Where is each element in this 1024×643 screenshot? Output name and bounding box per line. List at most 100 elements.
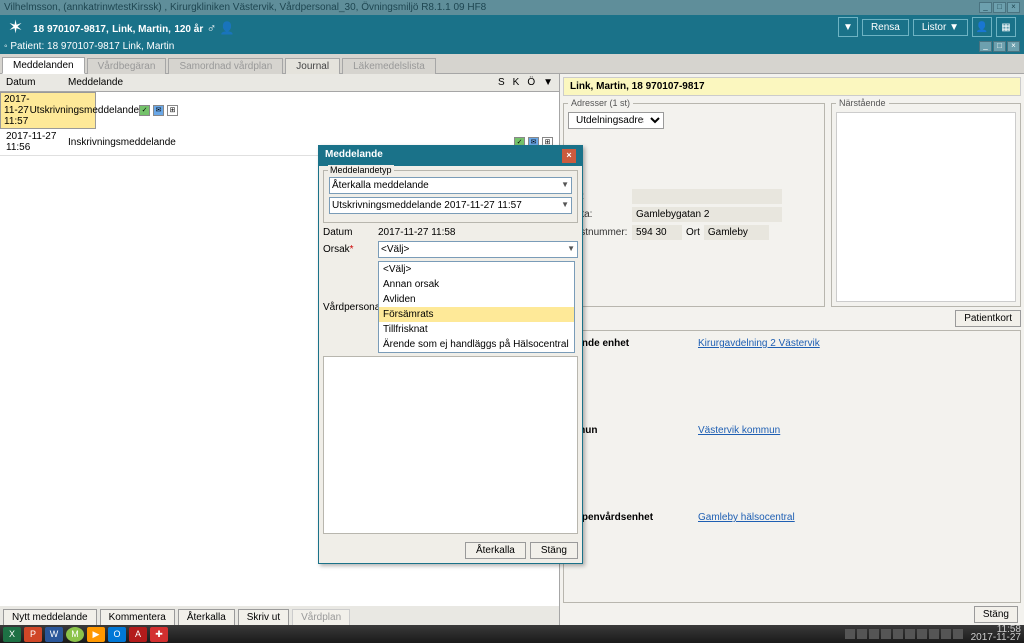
dropdown-item[interactable]: Annan orsak xyxy=(379,277,574,292)
street-value: Gamlebygatan 2 xyxy=(632,207,782,222)
orsak-select[interactable]: <Välj>▼ xyxy=(378,241,578,258)
rensa-button[interactable]: Rensa xyxy=(862,19,909,36)
message-row[interactable]: 2017-11-27 11:57 Utskrivningsmeddelande … xyxy=(0,92,96,129)
tray-icon[interactable] xyxy=(869,629,879,639)
openward-link[interactable]: Gamleby hälsocentral xyxy=(698,512,795,523)
listor-button[interactable]: Listor ▼ xyxy=(913,19,968,36)
taskbar-media-icon[interactable]: ▶ xyxy=(87,627,105,642)
patientkort-button[interactable]: Patientkort xyxy=(955,310,1021,327)
close-button[interactable]: × xyxy=(1007,2,1020,13)
municipality-link[interactable]: Västervik kommun xyxy=(698,425,780,436)
gender-icon: ♂ xyxy=(207,20,217,35)
taskbar-app2-icon[interactable]: ✚ xyxy=(150,627,168,642)
tab-journal[interactable]: Journal xyxy=(285,58,340,74)
dropdown-item[interactable]: Tillfrisknat xyxy=(379,322,574,337)
dropdown-item[interactable]: Avliden xyxy=(379,292,574,307)
city-label: Ort xyxy=(686,227,700,238)
module-icon-button[interactable]: ▦ xyxy=(996,17,1016,37)
taskbar-pdf-icon[interactable]: A xyxy=(129,627,147,642)
minimize-button[interactable]: _ xyxy=(979,2,992,13)
row-icon-o[interactable]: ⊞ xyxy=(167,105,178,116)
info-panel: Link, Martin, 18 970107-9817 Adresser (1… xyxy=(560,74,1024,629)
tray-icon[interactable] xyxy=(857,629,867,639)
taskbar-word-icon[interactable]: W xyxy=(45,627,63,642)
col-s[interactable]: S xyxy=(498,77,505,88)
tab-lakemedel[interactable]: Läkemedelslista xyxy=(342,58,436,74)
tab-meddelanden[interactable]: Meddelanden xyxy=(2,57,85,74)
type-select[interactable]: Återkalla meddelande▼ xyxy=(329,177,572,194)
patient-band: ✶ 18 970107-9817, Link, Martin, 120 år ♂… xyxy=(0,15,1024,39)
sub-label: Patient: 18 970107-9817 Link, Martin xyxy=(10,41,174,52)
windows-taskbar: X P W M ▶ O A ✚ 11:58 2017-11-27 xyxy=(0,625,1024,643)
relatives-fieldset: Närstående xyxy=(831,98,1021,307)
tray-icon[interactable] xyxy=(953,629,963,639)
links-section: ...ande enhetKirurgavdelning 2 Västervik… xyxy=(563,330,1021,603)
postal-value: 594 30 xyxy=(632,225,682,240)
band-dropdown-button[interactable]: ▼ xyxy=(838,17,858,37)
app-logo-icon: ✶ xyxy=(8,17,23,38)
address-type-select[interactable]: Utdelningsadress xyxy=(568,112,664,129)
dialog-date-value: 2017-11-27 11:58 xyxy=(378,227,455,238)
row-date: 2017-11-27 11:56 xyxy=(6,131,68,153)
tab-samordnad[interactable]: Samordnad vårdplan xyxy=(168,58,283,74)
user-icon-button[interactable]: 👤 xyxy=(972,17,992,37)
sub-minimize[interactable]: _ xyxy=(979,41,992,52)
col-datum[interactable]: Datum xyxy=(6,77,68,88)
chevron-down-icon: ▼ xyxy=(561,180,569,191)
sub-maximize[interactable]: □ xyxy=(993,41,1006,52)
dropdown-item[interactable]: Försämrats xyxy=(379,307,574,322)
chevron-down-icon: ▼ xyxy=(561,200,569,211)
relatives-list xyxy=(836,112,1016,302)
col-o[interactable]: Ö xyxy=(527,77,535,88)
maximize-button[interactable]: □ xyxy=(993,2,1006,13)
skriv-ut-button[interactable]: Skriv ut xyxy=(238,609,289,626)
vardplan-button: Vårdplan xyxy=(292,609,350,626)
meddelande-dialog: Meddelande × Meddelandetyp Återkalla med… xyxy=(318,145,583,564)
nytt-meddelande-button[interactable]: Nytt meddelande xyxy=(3,609,97,626)
patient-age: 120 år xyxy=(174,24,203,35)
dropdown-item[interactable]: <Välj> xyxy=(379,262,574,277)
dialog-stang-button[interactable]: Stäng xyxy=(530,542,578,559)
stang-button[interactable]: Stäng xyxy=(974,606,1018,623)
taskbar-powerpoint-icon[interactable]: P xyxy=(24,627,42,642)
row-icon-s[interactable]: ✓ xyxy=(139,105,150,116)
address-legend: Adresser (1 st) xyxy=(568,98,633,108)
taskbar-clock[interactable]: 11:58 2017-11-27 xyxy=(971,626,1021,642)
row-text: Utskrivningsmeddelande xyxy=(30,105,140,116)
dialog-title: Meddelande xyxy=(325,149,383,163)
taskbar-app-icon[interactable]: M xyxy=(66,627,84,642)
unit-label: ...ande enhet xyxy=(568,338,698,349)
dialog-orsak-label: Orsak* xyxy=(323,244,378,255)
dialog-date-label: Datum xyxy=(323,227,378,238)
sub-close[interactable]: × xyxy=(1007,41,1020,52)
tray-icon[interactable] xyxy=(929,629,939,639)
dialog-aterkalla-button[interactable]: Återkalla xyxy=(465,542,526,559)
taskbar-excel-icon[interactable]: X xyxy=(3,627,21,642)
meddelandetyp-legend: Meddelandetyp xyxy=(328,165,394,175)
system-tray[interactable] xyxy=(845,629,963,639)
city-value: Gamleby xyxy=(704,225,769,240)
taskbar-outlook-icon[interactable]: O xyxy=(108,627,126,642)
tray-icon[interactable] xyxy=(893,629,903,639)
tray-icon[interactable] xyxy=(905,629,915,639)
unit-link[interactable]: Kirurgavdelning 2 Västervik xyxy=(698,338,820,349)
dialog-close-icon[interactable]: × xyxy=(562,149,576,163)
patient-id: 18 970107-9817, xyxy=(33,24,109,35)
message-header: Datum Meddelande S K Ö ▼ xyxy=(0,74,559,92)
dialog-titlebar[interactable]: Meddelande × xyxy=(319,146,582,166)
dropdown-item[interactable]: Ärende som ej handläggs på Hälsocentral xyxy=(379,337,574,352)
col-meddelande[interactable]: Meddelande xyxy=(68,77,498,88)
row-icon-k[interactable]: ✉ xyxy=(153,105,164,116)
col-k[interactable]: K xyxy=(513,77,520,88)
col-sort[interactable]: ▼ xyxy=(543,77,553,88)
tray-icon[interactable] xyxy=(881,629,891,639)
aterkalla-button[interactable]: Återkalla xyxy=(178,609,235,626)
tray-icon[interactable] xyxy=(845,629,855,639)
co-value xyxy=(632,189,782,204)
relatives-legend: Närstående xyxy=(836,98,889,108)
tray-icon[interactable] xyxy=(941,629,951,639)
tray-icon[interactable] xyxy=(917,629,927,639)
kommentera-button[interactable]: Kommentera xyxy=(100,609,175,626)
message-select[interactable]: Utskrivningsmeddelande 2017-11-27 11:57▼ xyxy=(329,197,572,214)
tab-vardbegaran[interactable]: Vårdbegäran xyxy=(87,58,167,74)
